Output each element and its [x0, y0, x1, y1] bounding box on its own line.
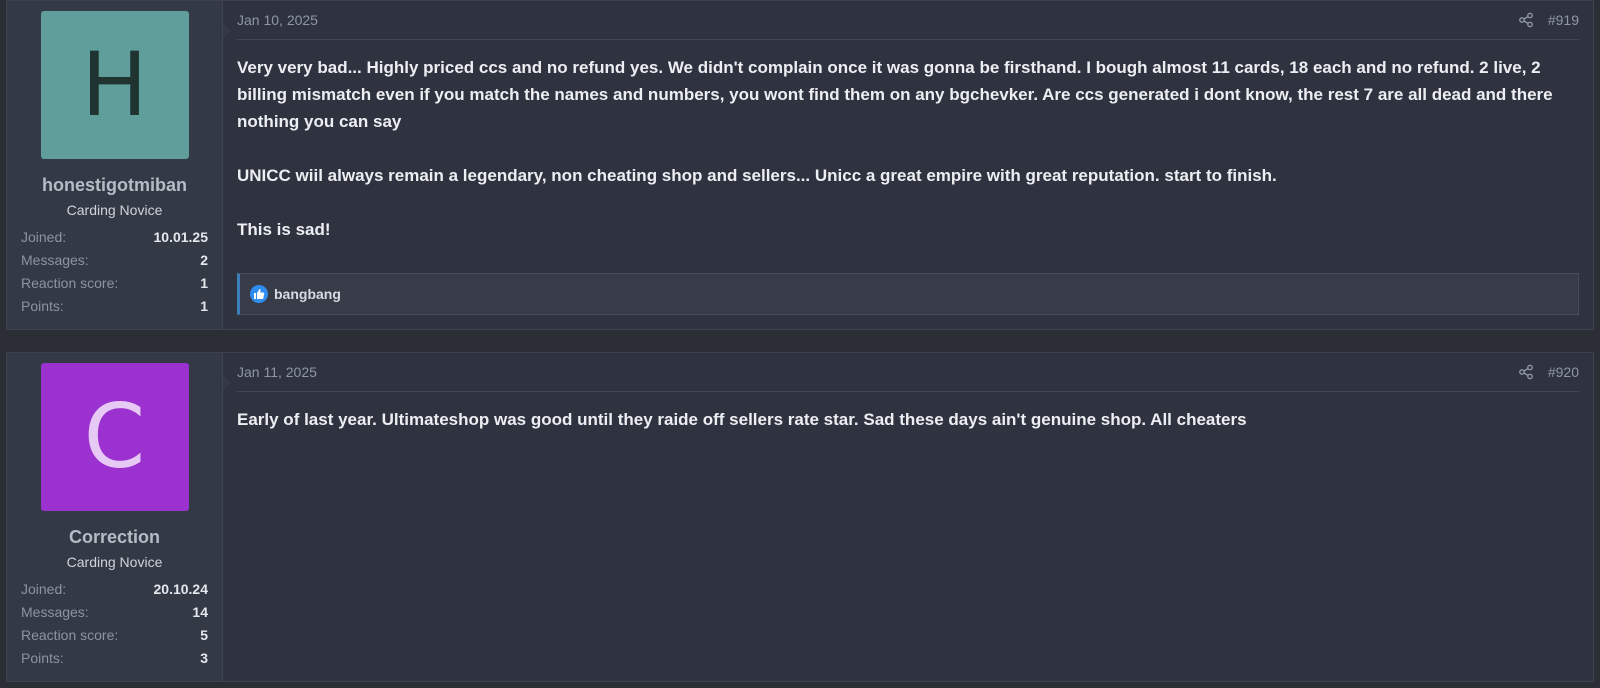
- post-paragraph: Early of last year. Ultimateshop was goo…: [237, 410, 1247, 429]
- stat-value: 5: [200, 627, 208, 643]
- post-number-link[interactable]: #919: [1548, 12, 1579, 28]
- stat-messages: Messages: 2: [21, 249, 208, 272]
- stat-value: 10.01.25: [153, 229, 209, 245]
- stat-value[interactable]: 3: [200, 647, 208, 670]
- user-title: Carding Novice: [66, 202, 163, 218]
- post-number-link[interactable]: #920: [1548, 364, 1579, 380]
- avatar[interactable]: H: [40, 11, 189, 159]
- stat-joined: Joined: 20.10.24: [21, 578, 208, 601]
- stat-label: Messages:: [21, 252, 89, 268]
- username-link[interactable]: Correction: [7, 527, 222, 548]
- post-main: Jan 11, 2025 #920 Early of last year. Ul…: [223, 353, 1593, 681]
- reaction-user-link[interactable]: bangbang: [274, 286, 341, 302]
- avatar[interactable]: C: [40, 363, 189, 511]
- stat-value[interactable]: 1: [200, 295, 208, 318]
- post-920: C Correction Carding Novice Joined: 20.1…: [6, 352, 1594, 682]
- stat-label: Messages:: [21, 604, 89, 620]
- stat-label: Reaction score:: [21, 627, 119, 643]
- post-paragraph: This is sad!: [237, 220, 331, 239]
- post-date-link[interactable]: Jan 11, 2025: [237, 364, 317, 380]
- username-link[interactable]: honestigotmiban: [7, 175, 222, 196]
- share-icon[interactable]: [1518, 364, 1534, 380]
- stat-messages: Messages: 14: [21, 601, 208, 624]
- stat-label: Reaction score:: [21, 275, 119, 291]
- stat-reaction-score: Reaction score: 1: [21, 272, 208, 295]
- post-body: Very very bad... Highly priced ccs and n…: [237, 54, 1579, 243]
- stat-value[interactable]: 14: [192, 601, 208, 624]
- share-icon[interactable]: [1518, 12, 1534, 28]
- stat-label: Points:: [21, 650, 64, 666]
- stat-reaction-score: Reaction score: 5: [21, 624, 208, 647]
- post-paragraph: UNICC wiil always remain a legendary, no…: [237, 166, 1277, 185]
- post-body: Early of last year. Ultimateshop was goo…: [237, 406, 1579, 433]
- stat-joined: Joined: 10.01.25: [21, 226, 208, 249]
- post-main: Jan 10, 2025 #919 Very very bad... Highl…: [223, 1, 1593, 329]
- thumbs-up-icon: [250, 285, 268, 303]
- post-919: H honestigotmiban Carding Novice Joined:…: [6, 0, 1594, 330]
- stat-value: 1: [200, 275, 208, 291]
- stat-points: Points: 1: [21, 295, 208, 318]
- stat-value: 20.10.24: [153, 581, 209, 597]
- post-header: Jan 11, 2025 #920: [237, 353, 1579, 392]
- post-paragraph: Very very bad... Highly priced ccs and n…: [237, 58, 1553, 131]
- stat-points: Points: 3: [21, 647, 208, 670]
- user-info-panel: H honestigotmiban Carding Novice Joined:…: [7, 1, 231, 329]
- post-date-link[interactable]: Jan 10, 2025: [237, 12, 318, 28]
- user-title: Carding Novice: [66, 554, 163, 570]
- stat-label: Points:: [21, 298, 64, 314]
- stat-value[interactable]: 2: [200, 249, 208, 272]
- thread-posts: H honestigotmiban Carding Novice Joined:…: [0, 0, 1600, 688]
- post-actions: #919: [1518, 12, 1579, 28]
- user-stats: Joined: 20.10.24 Messages: 14 Reaction s…: [7, 578, 222, 670]
- user-info-panel: C Correction Carding Novice Joined: 20.1…: [7, 353, 231, 681]
- stat-label: Joined:: [21, 581, 67, 597]
- post-header: Jan 10, 2025 #919: [237, 1, 1579, 40]
- user-stats: Joined: 10.01.25 Messages: 2 Reaction sc…: [7, 226, 222, 318]
- stat-label: Joined:: [21, 229, 67, 245]
- reactions-bar[interactable]: bangbang: [237, 273, 1579, 315]
- post-actions: #920: [1518, 364, 1579, 380]
